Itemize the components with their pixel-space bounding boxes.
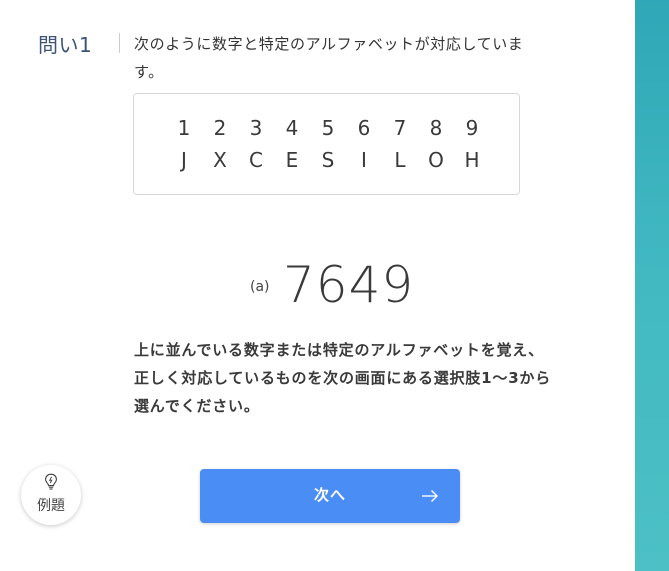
mapping-number: 3 [249, 116, 263, 140]
mapping-letter: H [464, 148, 480, 172]
mapping-letter: J [181, 148, 187, 172]
mapping-letters-row: J X C E S I L O H [166, 148, 490, 172]
stimulus-label: (a) [250, 279, 270, 295]
lightbulb-icon [45, 473, 57, 490]
mapping-number: 5 [321, 116, 335, 140]
mapping-letter: L [394, 148, 406, 172]
question-divider [119, 33, 120, 53]
stimulus-value: 7649 [283, 256, 415, 314]
mapping-letter: E [285, 148, 299, 172]
mapping-number: 1 [177, 116, 191, 140]
arrow-right-icon [422, 490, 438, 502]
mapping-number: 8 [429, 116, 443, 140]
instruction-text: 上に並んでいる数字または特定のアルファベットを覚え、正しく対応しているものを次の… [134, 341, 552, 415]
mapping-letter: O [428, 148, 444, 172]
mapping-number: 6 [357, 116, 371, 140]
example-button[interactable]: 例題 [21, 465, 81, 525]
example-button-label: 例題 [37, 498, 65, 514]
right-side-gradient-bar [635, 0, 669, 571]
question-number-label: 問い1 [38, 33, 93, 57]
mapping-letter: X [213, 148, 227, 172]
mapping-number: 2 [213, 116, 227, 140]
mapping-letter: S [321, 148, 335, 172]
next-button[interactable]: 次へ [200, 469, 460, 523]
mapping-numbers-row: 1 2 3 4 5 6 7 8 9 [166, 116, 490, 140]
mapping-number: 7 [393, 116, 407, 140]
mapping-number: 9 [465, 116, 479, 140]
question-page: 問い1 次のように数字と特定のアルファベットが対応しています。 1 2 3 4 … [0, 0, 669, 571]
number-letter-mapping-box: 1 2 3 4 5 6 7 8 9 J X C E S I L O H [133, 93, 520, 195]
question-text: 次のように数字と特定のアルファベットが対応しています。 [134, 35, 524, 81]
mapping-letter: I [361, 148, 367, 172]
mapping-letter: C [249, 148, 263, 172]
mapping-number: 4 [285, 116, 299, 140]
